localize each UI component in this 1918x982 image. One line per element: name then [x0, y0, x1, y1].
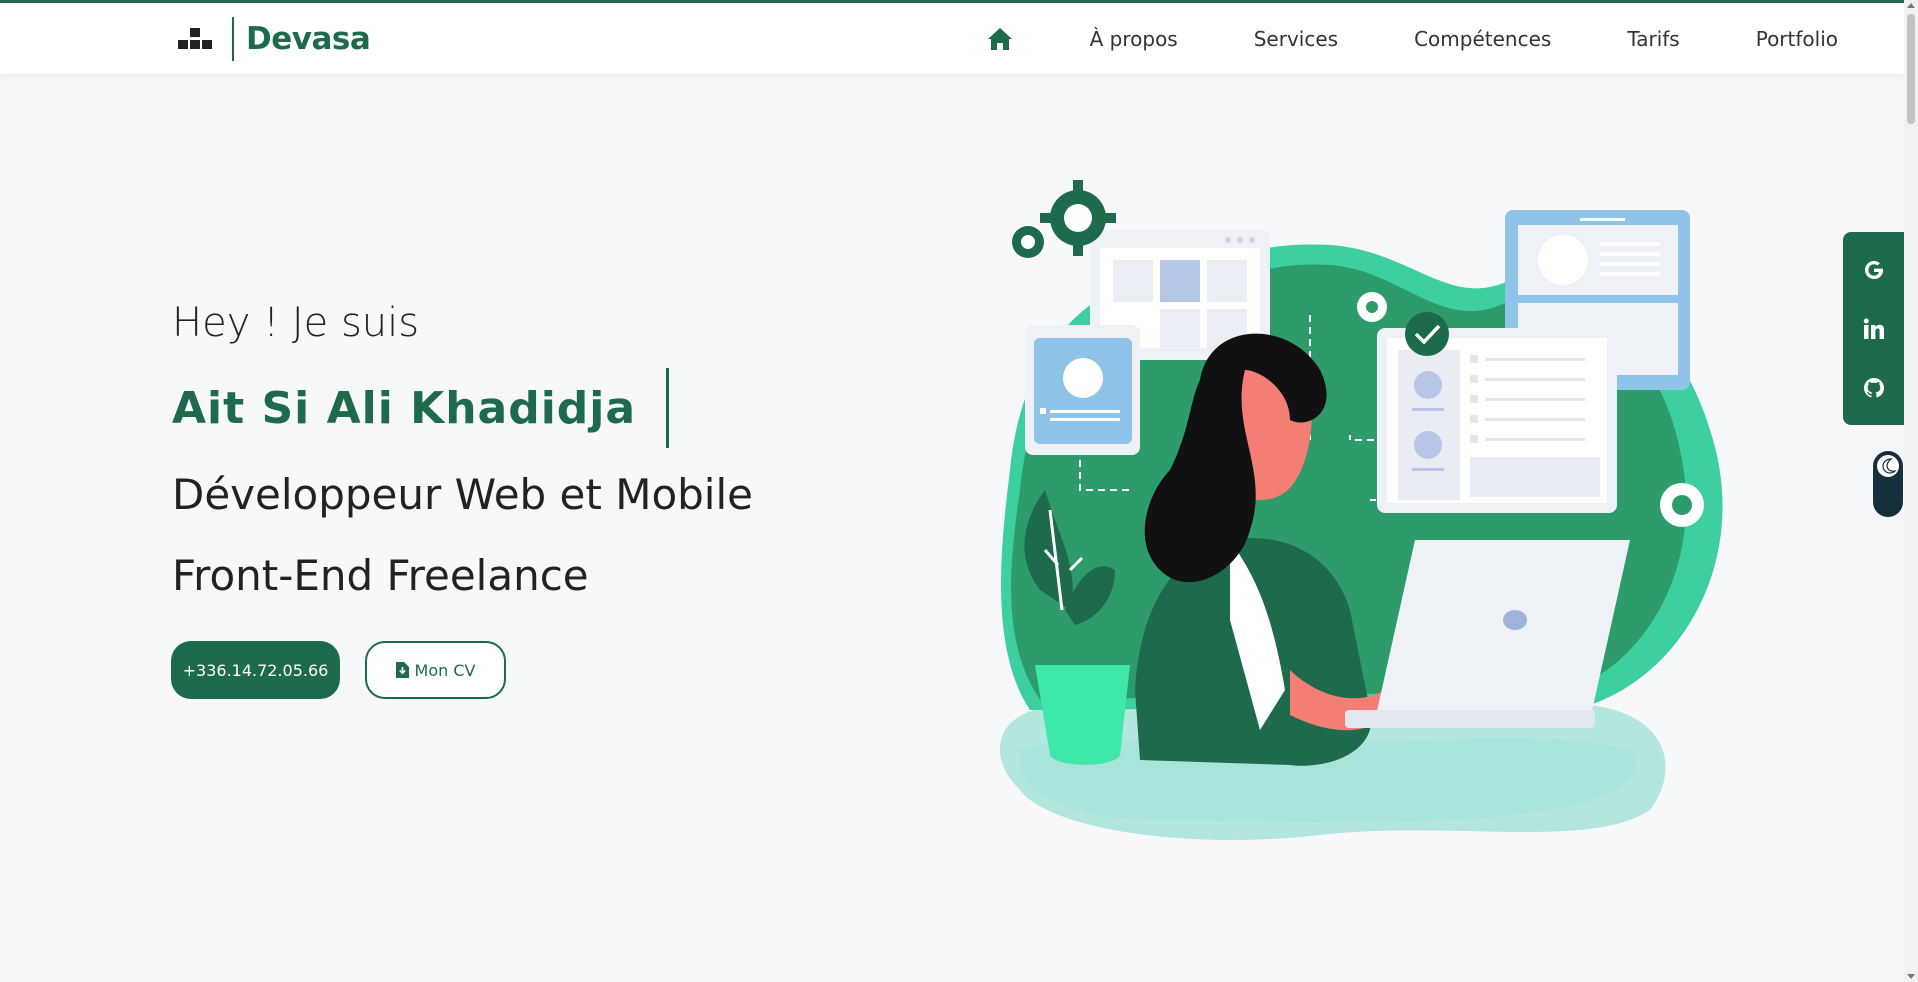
- hero-role-line2: Front-End Freelance: [172, 551, 589, 600]
- nav-link-competences[interactable]: Compétences: [1414, 27, 1551, 51]
- hero-section: Hey ! Je suis Ait Si Ali Khadidja Dévelo…: [172, 300, 753, 600]
- nav-link-services[interactable]: Services: [1254, 27, 1338, 51]
- scroll-up-arrow-icon[interactable]: [1907, 3, 1915, 8]
- logo-text: Devasa: [246, 21, 371, 57]
- cv-button[interactable]: Mon CV: [365, 641, 506, 699]
- google-icon[interactable]: [1861, 257, 1887, 283]
- logo-separator: [232, 17, 234, 61]
- cv-button-label: Mon CV: [414, 660, 476, 680]
- hero-role-line1: Développeur Web et Mobile: [172, 470, 753, 519]
- theme-toggle[interactable]: [1873, 451, 1903, 517]
- scroll-thumb[interactable]: [1907, 14, 1915, 124]
- nav-link-a-propos[interactable]: À propos: [1090, 27, 1178, 51]
- page-scrollbar[interactable]: [1904, 0, 1918, 982]
- main-nav: À propos Services Compétences Tarifs Por…: [986, 3, 1838, 74]
- logo[interactable]: Devasa: [176, 17, 371, 61]
- nav-link-tarifs[interactable]: Tarifs: [1627, 27, 1679, 51]
- hero-greeting: Hey ! Je suis: [172, 300, 420, 346]
- phone-button[interactable]: +336.14.72.05.66: [171, 641, 340, 699]
- github-icon[interactable]: [1861, 375, 1887, 401]
- navbar: Devasa À propos Services Compétences Tar…: [0, 3, 1904, 74]
- nav-link-portfolio[interactable]: Portfolio: [1756, 27, 1838, 51]
- social-sidebar: [1843, 232, 1904, 425]
- hero-buttons: +336.14.72.05.66 Mon CV: [171, 641, 506, 699]
- typing-caret: [666, 368, 670, 448]
- moon-icon: [1877, 455, 1899, 477]
- home-icon[interactable]: [986, 25, 1014, 53]
- hero-name: Ait Si Ali Khadidja: [172, 382, 637, 434]
- logo-mark-icon: [176, 24, 216, 54]
- scroll-down-arrow-icon[interactable]: [1907, 974, 1915, 979]
- hero-name-row: Ait Si Ali Khadidja: [172, 368, 753, 448]
- linkedin-icon[interactable]: [1861, 316, 1887, 342]
- file-download-icon: [395, 662, 409, 678]
- hero-illustration: [990, 170, 1730, 850]
